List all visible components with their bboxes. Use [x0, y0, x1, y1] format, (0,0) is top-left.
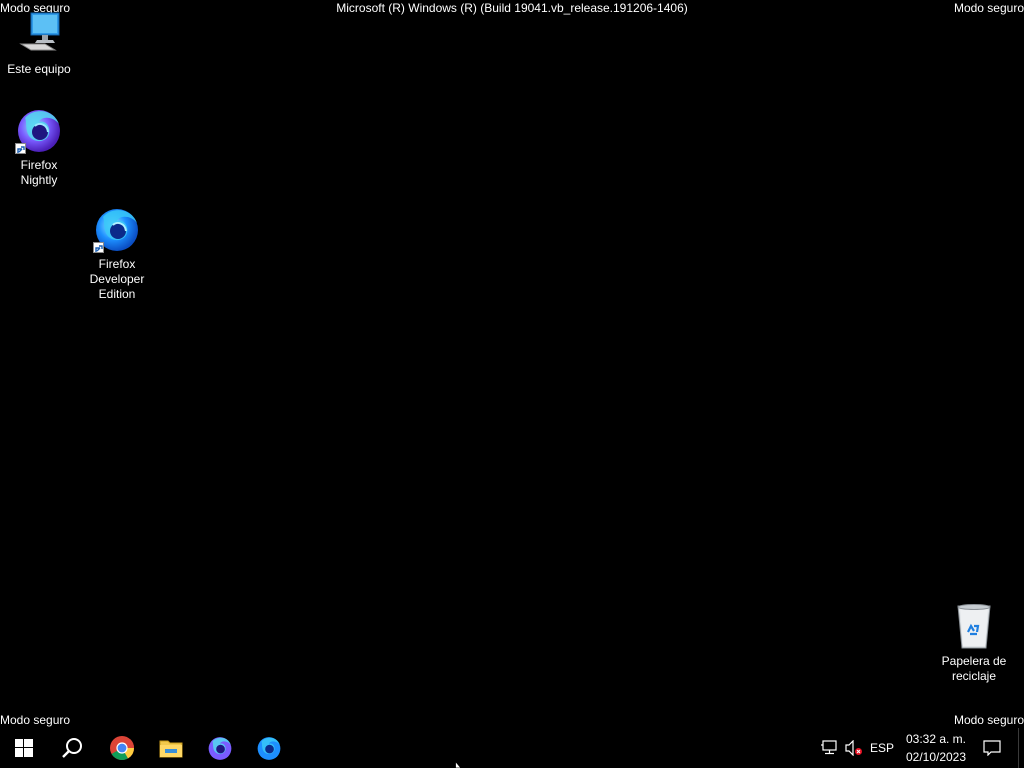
show-desktop-button[interactable] — [1018, 728, 1024, 768]
desktop-icon-label: Firefox Developer Edition — [89, 257, 145, 301]
volume-tray-button[interactable] — [842, 728, 866, 768]
start-button[interactable] — [0, 728, 48, 768]
desktop-icon-firefox-nightly[interactable]: Firefox Nightly — [1, 106, 77, 188]
desktop-icon-label: Firefox Nightly — [20, 158, 58, 187]
desktop-icon-recycle-bin[interactable]: Papelera de reciclaje — [936, 602, 1012, 684]
build-watermark: Microsoft (R) Windows (R) (Build 19041.v… — [336, 1, 688, 15]
network-icon — [821, 740, 837, 755]
desktop-icon-firefox-developer[interactable]: Firefox Developer Edition — [79, 205, 155, 302]
taskbar-chrome-button[interactable] — [98, 728, 146, 768]
mouse-cursor-icon — [455, 761, 462, 768]
clock[interactable]: 03:32 a. m. 02/10/2023 — [898, 730, 974, 766]
taskbar: ESP 03:32 a. m. 02/10/2023 — [0, 728, 1024, 768]
safe-mode-watermark-bottom-left: Modo seguro — [0, 713, 71, 727]
language-indicator[interactable]: ESP — [868, 728, 896, 768]
windows-logo-icon — [15, 739, 33, 757]
search-button[interactable] — [48, 728, 96, 768]
search-icon — [62, 738, 82, 758]
firefox-nightly-icon — [208, 737, 232, 760]
safe-mode-watermark-top-right: Modo seguro — [953, 1, 1024, 15]
chrome-icon — [110, 736, 135, 761]
desktop-icon-label: Este equipo — [7, 62, 71, 76]
notification-icon — [983, 740, 1001, 756]
taskbar-file-explorer-button[interactable] — [147, 728, 195, 768]
recycle-bin-icon — [950, 602, 998, 650]
taskbar-firefox-nightly-button[interactable] — [196, 728, 244, 768]
clock-time: 03:32 a. m. — [905, 732, 967, 746]
clock-date: 02/10/2023 — [905, 750, 967, 764]
volume-muted-icon — [845, 740, 862, 756]
shortcut-arrow-icon — [15, 143, 26, 154]
taskbar-firefox-developer-button[interactable] — [245, 728, 293, 768]
firefox-developer-icon — [257, 737, 281, 760]
firefox-nightly-icon — [15, 106, 63, 154]
desktop-icon-this-pc[interactable]: Este equipo — [1, 10, 77, 77]
desktop[interactable]: Modo seguro Microsoft (R) Windows (R) (B… — [0, 0, 1024, 728]
firefox-developer-icon — [93, 205, 141, 253]
notifications-button[interactable] — [978, 728, 1006, 768]
folder-icon — [159, 740, 183, 758]
desktop-icon-label: Papelera de reciclaje — [941, 654, 1007, 683]
network-tray-button[interactable] — [817, 728, 841, 768]
shortcut-arrow-icon — [93, 242, 104, 253]
safe-mode-watermark-bottom-right: Modo seguro — [953, 713, 1024, 727]
this-pc-icon — [15, 10, 63, 58]
